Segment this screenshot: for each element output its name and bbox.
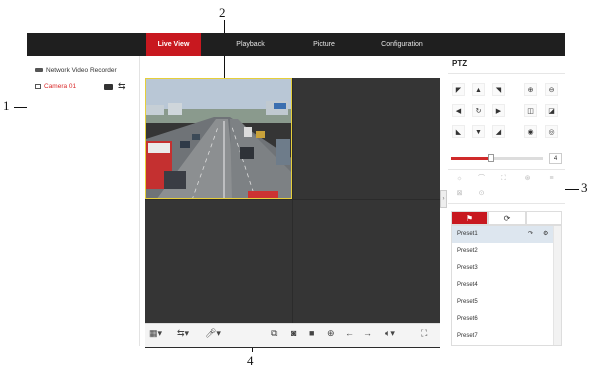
microphone-icon[interactable]: 🎤︎▾ xyxy=(205,328,221,339)
ptz-up-left-button[interactable]: ◤ xyxy=(452,83,465,96)
preset-label: Preset2 xyxy=(457,248,478,254)
ptz-speed-value: 4 xyxy=(549,153,562,164)
focus-far-icon[interactable]: ◪ xyxy=(545,104,558,117)
3d-zoom-icon[interactable]: ⊙ xyxy=(476,188,487,199)
list-item[interactable]: Preset3 xyxy=(452,260,555,277)
manual-tracking-icon[interactable]: ⊠ xyxy=(454,188,465,199)
ptz-up-right-button[interactable]: ◥ xyxy=(492,83,505,96)
stream-type-icon[interactable]: ⇆▾ xyxy=(177,328,189,339)
callout-2: 2 xyxy=(219,5,226,20)
zoom-out-icon[interactable]: ⊖ xyxy=(545,83,558,96)
list-item[interactable]: Preset4 xyxy=(452,277,555,294)
video-window-4[interactable] xyxy=(293,200,440,323)
tab-live-view[interactable]: Live View xyxy=(146,33,201,56)
tab-patrol[interactable]: ⟳ xyxy=(488,211,526,225)
next-page-icon[interactable]: → xyxy=(363,328,372,338)
preset-label: Preset6 xyxy=(457,316,478,322)
callout-3: 3 xyxy=(581,180,588,195)
ptz-right-button[interactable]: ▶ xyxy=(492,104,505,117)
live-view-toolbar: ▦▾ ⇆▾ 🎤︎▾ ⧉ ◙ ■ ⊕ ← → 🔈︎▾ ⛶ xyxy=(145,323,440,347)
iris-close-icon[interactable]: ◎ xyxy=(545,125,558,138)
video-grid xyxy=(145,78,440,348)
preset-scrollbar[interactable] xyxy=(553,226,561,345)
record-button-icon[interactable]: ■ xyxy=(309,328,314,338)
tab-preset[interactable]: ⚑ xyxy=(451,211,488,225)
lens-init-icon[interactable]: ⊛ xyxy=(522,173,533,184)
list-item[interactable]: Preset5 xyxy=(452,294,555,311)
camera-name: Camera 01 xyxy=(44,83,77,90)
wiper-icon[interactable]: ⌒ xyxy=(476,173,487,184)
preset-label: Preset5 xyxy=(457,299,478,305)
camera-icon xyxy=(35,83,41,89)
list-item[interactable]: Preset1 ↷ ⚙ xyxy=(452,226,555,243)
ptz-speed-knob[interactable] xyxy=(487,154,494,162)
zoom-in-icon[interactable]: ⊕ xyxy=(524,83,537,96)
device-name: Network Video Recorder xyxy=(46,67,117,74)
light-icon[interactable]: ☼ xyxy=(454,173,465,184)
iris-open-icon[interactable]: ◉ xyxy=(524,125,537,138)
record-icon[interactable] xyxy=(104,83,113,90)
digital-zoom-icon[interactable]: ⊕ xyxy=(327,328,335,339)
device-tree-panel: Network Video Recorder Camera 01 ⇆ xyxy=(27,56,140,346)
video-window-3[interactable] xyxy=(145,200,292,323)
tab-picture[interactable]: Picture xyxy=(300,33,348,56)
top-nav-bar: Live View Playback Picture Configuration xyxy=(27,33,565,56)
list-item[interactable]: Preset7 xyxy=(452,328,555,345)
preset-label: Preset4 xyxy=(457,282,478,288)
ptz-panel: PTZ ◤ ▲ ◥ ◀ ↻ ▶ ◣ ▼ ◢ ⊕ ⊖ ◫ ◪ ◉ ◎ 4 ☼ ⌒ … xyxy=(448,56,565,346)
preset-label: Preset3 xyxy=(457,265,478,271)
ptz-title: PTZ xyxy=(452,59,468,68)
callout-1: 1 xyxy=(3,98,10,113)
camera-actions: ⇆ xyxy=(104,81,126,92)
preset-list: Preset1 ↷ ⚙ Preset2 Preset3 Preset4 Preset… xyxy=(451,225,562,346)
ptz-up-button[interactable]: ▲ xyxy=(472,83,485,96)
set-preset-icon[interactable]: ⚙ xyxy=(543,226,548,243)
video-window-1[interactable] xyxy=(145,78,292,199)
auxiliary-focus-icon[interactable]: ⛶ xyxy=(498,173,509,184)
preset-label: Preset1 xyxy=(457,231,478,237)
previous-page-icon[interactable]: ← xyxy=(345,328,354,338)
tab-playback[interactable]: Playback xyxy=(223,33,278,56)
menu-icon[interactable]: ≡ xyxy=(546,173,557,184)
tab-pattern[interactable] xyxy=(526,211,562,225)
start-all-live-icon[interactable]: ⧉ xyxy=(271,328,277,339)
camera-item[interactable]: Camera 01 xyxy=(35,83,76,90)
preset-label: Preset7 xyxy=(457,333,478,339)
ptz-down-right-button[interactable]: ◢ xyxy=(492,125,505,138)
window-layout-icon[interactable]: ▦▾ xyxy=(149,328,162,339)
list-item[interactable]: Preset2 xyxy=(452,243,555,260)
collapse-ptz-handle[interactable]: › xyxy=(440,190,447,208)
ptz-down-button[interactable]: ▼ xyxy=(472,125,485,138)
ptz-auto-scan-button[interactable]: ↻ xyxy=(472,104,485,117)
capture-icon[interactable]: ◙ xyxy=(291,328,296,338)
device-tree-root[interactable]: Network Video Recorder xyxy=(35,67,117,74)
video-window-2[interactable] xyxy=(293,78,440,199)
callout-4: 4 xyxy=(247,353,254,368)
nvr-icon xyxy=(35,68,43,73)
fullscreen-icon[interactable]: ⛶ xyxy=(421,328,427,339)
ptz-speed-slider[interactable] xyxy=(451,154,543,162)
tab-configuration[interactable]: Configuration xyxy=(367,33,437,56)
ptz-down-left-button[interactable]: ◣ xyxy=(452,125,465,138)
ptz-speed-fill xyxy=(451,157,491,160)
live-camera-frame xyxy=(146,79,291,198)
list-item[interactable]: Preset6 xyxy=(452,311,555,328)
call-preset-icon[interactable]: ↷ xyxy=(528,226,533,243)
ptz-left-button[interactable]: ◀ xyxy=(452,104,465,117)
audio-icon[interactable]: 🔈︎▾ xyxy=(385,328,395,339)
focus-near-icon[interactable]: ◫ xyxy=(524,104,537,117)
stream-switch-icon[interactable]: ⇆ xyxy=(118,81,126,91)
